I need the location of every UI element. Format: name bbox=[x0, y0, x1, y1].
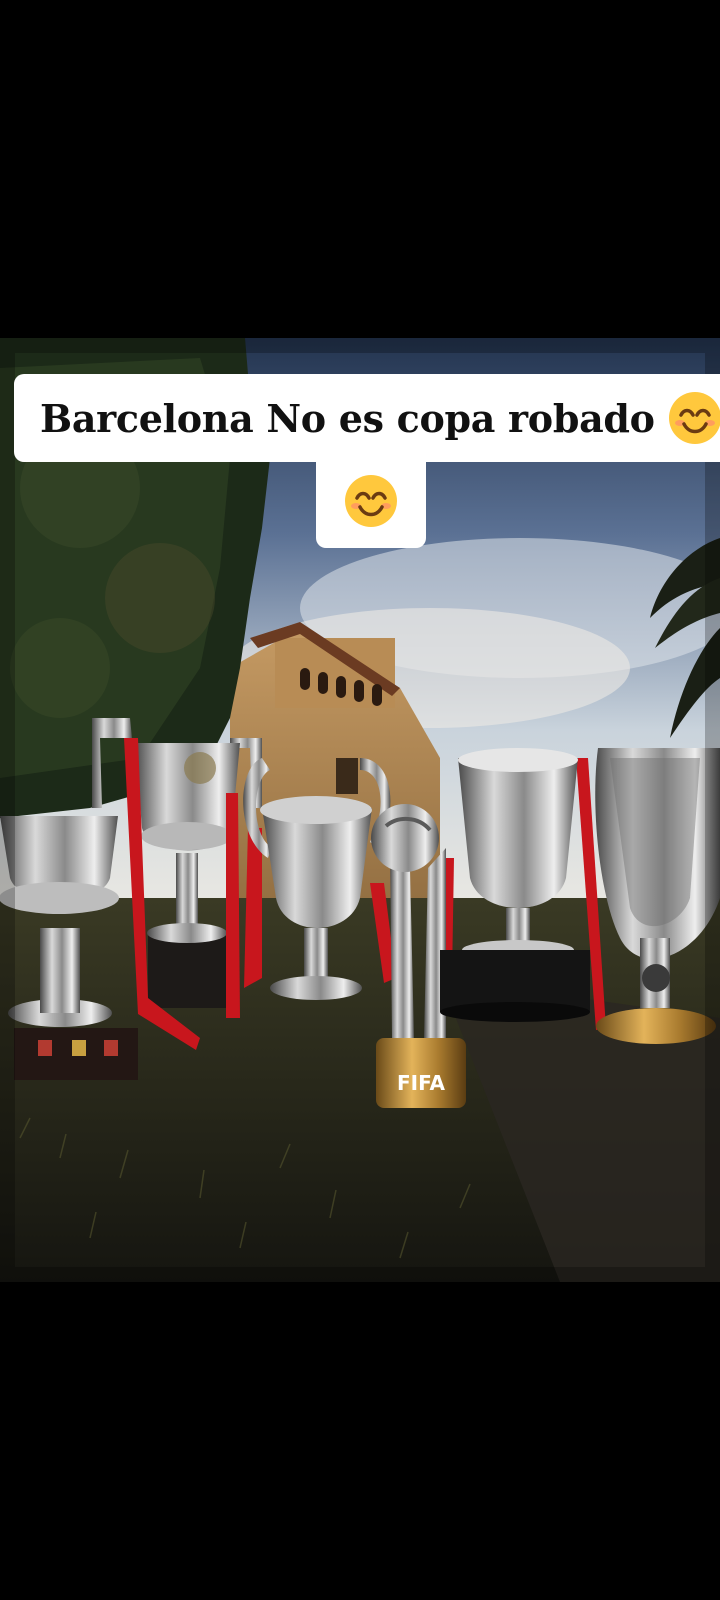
fifa-base-text: FIFA bbox=[397, 1071, 445, 1095]
smiling-face-emoji-icon bbox=[343, 473, 399, 529]
screen: FIFA Barcelona No es copa robado bbox=[0, 0, 720, 1600]
caption-bubble-line2 bbox=[316, 454, 426, 548]
smiling-face-emoji-icon bbox=[667, 390, 720, 446]
caption-bubble-line1: Barcelona No es copa robado bbox=[14, 374, 720, 462]
caption-text: Barcelona No es copa robado bbox=[40, 395, 655, 441]
